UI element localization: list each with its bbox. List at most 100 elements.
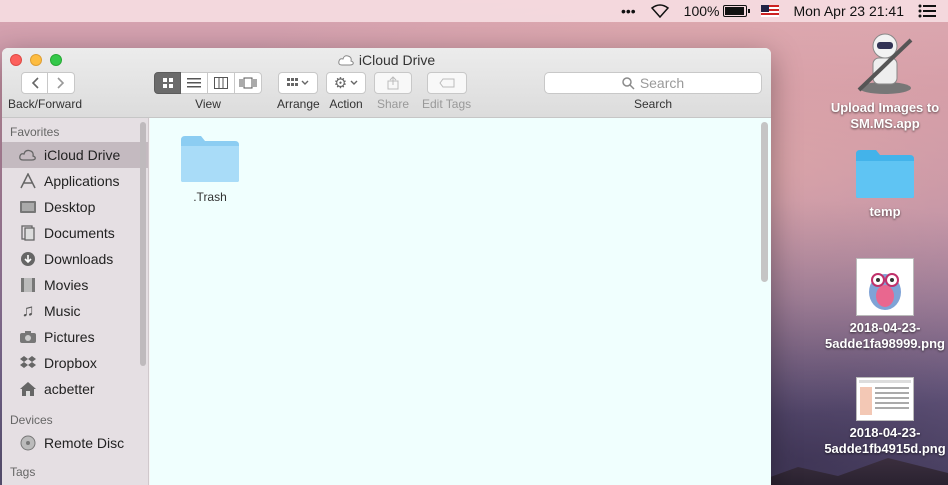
sidebar-item-label: Remote Disc xyxy=(44,435,125,451)
disc-icon xyxy=(18,434,38,452)
view-group: View xyxy=(154,72,262,111)
battery-status[interactable]: 100% xyxy=(683,3,751,19)
more-icon[interactable]: ••• xyxy=(621,3,636,19)
sidebar-item-downloads[interactable]: Downloads xyxy=(2,246,148,272)
automator-robot-icon xyxy=(857,33,913,94)
devices-heading: Devices xyxy=(10,413,53,427)
movies-icon xyxy=(18,276,38,294)
sidebar-item-label: Applications xyxy=(44,173,120,189)
arrange-group: Arrange xyxy=(277,72,320,111)
sidebar-item-remote-disc[interactable]: Remote Disc xyxy=(2,430,148,456)
sidebar-item-label: Documents xyxy=(44,225,115,241)
documents-icon xyxy=(18,224,38,242)
desktop-icon xyxy=(18,198,38,216)
search-input[interactable]: Search xyxy=(544,72,762,94)
cloud-icon xyxy=(18,146,38,164)
favorites-heading: Favorites xyxy=(10,125,60,139)
search-label: Search xyxy=(633,97,673,111)
desktop-icon-label: 2018-04-23-5adde1fb4915d.png xyxy=(824,425,946,456)
desktop-icon-label: 2018-04-23-5adde1fa98999.png xyxy=(825,320,945,351)
folder-icon xyxy=(181,136,239,182)
sidebar-item-label: iCloud Drive xyxy=(44,147,121,163)
desktop-icon-upload-app[interactable]: Upload Images to SM.MS.app xyxy=(825,30,945,132)
chevron-down-icon xyxy=(350,80,358,85)
desktop-icon-temp-folder[interactable]: temp xyxy=(825,148,945,220)
tag-icon xyxy=(438,78,455,88)
pictures-icon xyxy=(18,328,38,346)
sidebar-item-label: Pictures xyxy=(44,329,95,345)
share-button[interactable] xyxy=(374,72,412,94)
window-title-text: iCloud Drive xyxy=(358,52,436,68)
wifi-icon[interactable] xyxy=(650,4,670,18)
battery-percent: 100% xyxy=(683,3,720,19)
clock[interactable]: Mon Apr 23 21:41 xyxy=(793,3,904,19)
menu-bar: ••• 100% Mon Apr 23 21:41 xyxy=(0,0,948,22)
sidebar-item-applications[interactable]: Applications xyxy=(2,168,148,194)
share-group: Share xyxy=(374,72,412,111)
window-title: iCloud Drive xyxy=(2,52,771,68)
title-bar: iCloud Drive Back/Forward View Arrange ⚙… xyxy=(2,48,771,118)
file-item-name: .Trash xyxy=(193,190,227,204)
notification-center-icon[interactable] xyxy=(918,4,936,18)
input-source-flag-icon[interactable] xyxy=(761,5,780,17)
folder-icon xyxy=(856,150,914,198)
applications-icon xyxy=(18,172,38,190)
home-icon xyxy=(18,380,38,398)
sidebar-item-music[interactable]: ♫ Music xyxy=(2,298,148,324)
battery-fill xyxy=(725,7,745,15)
arrange-label: Arrange xyxy=(277,97,320,111)
sidebar: Favorites iCloud Drive Applications Desk… xyxy=(2,118,149,485)
arrange-button[interactable] xyxy=(278,72,319,94)
content-scrollbar[interactable] xyxy=(761,122,768,282)
cover-flow-icon xyxy=(239,77,257,89)
forward-button[interactable] xyxy=(48,72,76,94)
sidebar-item-pictures[interactable]: Pictures xyxy=(2,324,148,350)
cloud-icon xyxy=(338,54,354,65)
back-forward-label: Back/Forward xyxy=(8,97,83,111)
owl-image-thumbnail xyxy=(856,258,914,316)
sidebar-item-label: Desktop xyxy=(44,199,96,215)
sidebar-item-label: Movies xyxy=(44,277,89,293)
search-placeholder: Search xyxy=(639,75,685,91)
gear-icon: ⚙ xyxy=(333,75,348,92)
sidebar-item-desktop[interactable]: Desktop xyxy=(2,194,148,220)
action-button[interactable]: ⚙ xyxy=(326,72,366,94)
action-label: Action xyxy=(329,97,363,111)
sidebar-item-movies[interactable]: Movies xyxy=(2,272,148,298)
sidebar-item-documents[interactable]: Documents xyxy=(2,220,148,246)
action-group: ⚙ Action xyxy=(326,72,366,111)
share-label: Share xyxy=(376,97,410,111)
column-view-button[interactable] xyxy=(208,72,235,94)
desktop-icon-label: temp xyxy=(869,204,901,219)
desktop-icon-screenshot-png[interactable]: 2018-04-23-5adde1fb4915d.png xyxy=(824,377,946,457)
chevron-left-icon xyxy=(31,77,39,89)
cover-flow-button[interactable] xyxy=(235,72,262,94)
file-browser-content: .Trash xyxy=(150,118,771,485)
sidebar-scrollbar[interactable] xyxy=(140,122,146,366)
sidebar-item-home[interactable]: acbetter xyxy=(2,376,148,402)
sidebar-item-dropbox[interactable]: Dropbox xyxy=(2,350,148,376)
downloads-icon xyxy=(18,250,38,268)
finder-window: iCloud Drive Back/Forward View Arrange ⚙… xyxy=(2,48,771,485)
search-icon xyxy=(622,76,635,90)
icon-view-button[interactable] xyxy=(154,72,181,94)
sidebar-item-label: Downloads xyxy=(44,251,114,267)
back-button[interactable] xyxy=(21,72,49,94)
arrange-grid-icon xyxy=(287,78,309,86)
list-view-button[interactable] xyxy=(181,72,208,94)
desktop-icon-owl-png[interactable]: 2018-04-23-5adde1fa98999.png xyxy=(825,258,945,352)
file-item-trash[interactable]: .Trash xyxy=(178,134,242,204)
battery-icon xyxy=(723,5,751,17)
edit-tags-button[interactable] xyxy=(426,72,467,94)
tags-heading: Tags xyxy=(10,465,36,479)
edit-tags-label: Edit Tags xyxy=(422,97,472,111)
sidebar-item-icloud-drive[interactable]: iCloud Drive xyxy=(2,142,148,168)
desktop-icon-label: Upload Images to SM.MS.app xyxy=(830,100,940,131)
favorites-list: iCloud Drive Applications Desktop Docume… xyxy=(2,142,148,402)
list-icon xyxy=(187,78,201,88)
icon-grid-icon xyxy=(162,78,173,88)
dropbox-icon xyxy=(18,354,38,372)
sidebar-item-label: Dropbox xyxy=(44,355,97,371)
share-icon xyxy=(387,76,399,90)
screenshot-thumbnail xyxy=(856,377,914,421)
